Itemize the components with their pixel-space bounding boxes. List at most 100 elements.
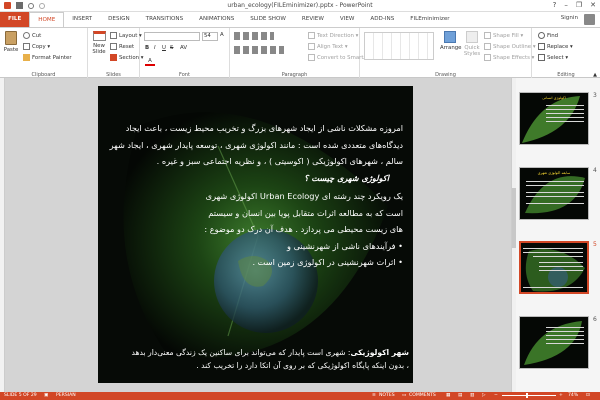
slide-body-text[interactable]: امروزه مشکلات ناشی از ایجاد شهرهای بزرگ … <box>106 120 403 271</box>
help-icon[interactable]: ? <box>553 1 557 9</box>
slide-bullet-item: • اثرات شهرنشینی در اکولوژی زمین است . <box>106 254 403 271</box>
find-button[interactable]: Find <box>538 32 558 39</box>
zoom-in-icon[interactable]: + <box>559 393 563 398</box>
quick-styles-button[interactable]: Quick Styles <box>462 31 482 57</box>
new-slide-icon <box>92 31 106 41</box>
char-spacing-button[interactable]: AV <box>180 45 187 51</box>
reading-view-icon[interactable]: ▥ <box>470 393 474 398</box>
copy-icon <box>23 43 30 50</box>
thumbnail-text-line <box>546 327 584 329</box>
current-slide[interactable]: امروزه مشکلات ناشی از ایجاد شهرهای بزرگ … <box>98 86 413 383</box>
bullets-icon[interactable] <box>234 32 274 40</box>
replace-icon <box>538 43 545 50</box>
normal-view-icon[interactable]: ▦ <box>446 393 450 398</box>
thumbnail-text-line <box>526 203 584 205</box>
text-direction-button[interactable]: Text Direction ▾ <box>308 32 358 39</box>
slide-counter[interactable]: SLIDE 5 OF 29 <box>4 393 37 398</box>
tab-transitions[interactable]: TRANSITIONS <box>138 12 192 27</box>
new-slide-button[interactable]: New Slide <box>90 31 108 55</box>
shape-fill-button[interactable]: Shape Fill ▾ <box>484 32 523 39</box>
thumbnail-title: اکولوژی انسانی <box>542 96 566 100</box>
user-avatar[interactable] <box>584 14 595 25</box>
tab-review[interactable]: REVIEW <box>294 12 332 27</box>
thumbnail-number: 6 <box>593 316 597 323</box>
thumbnail-text-line <box>533 256 583 258</box>
zoom-slider-thumb[interactable] <box>526 393 528 398</box>
slide-line: های زیست محیطی می پردازد . هدف آن درک دو… <box>204 224 403 234</box>
tab-add-ins[interactable]: ADD-INS <box>362 12 402 27</box>
text-direction-icon <box>308 32 315 39</box>
paste-button[interactable]: Paste <box>3 31 19 53</box>
slide-line: یک رویکرد چند رشته ای Urban Ecology اکول… <box>205 191 403 201</box>
spellcheck-icon[interactable]: ▣ <box>44 393 48 398</box>
quick-styles-icon <box>466 31 478 43</box>
notes-button[interactable]: NOTES <box>379 393 395 398</box>
thumbnail-text-line <box>546 121 584 123</box>
slide-sorter-icon[interactable]: ▤ <box>458 393 462 398</box>
language-indicator[interactable]: PERSIAN <box>56 393 76 398</box>
zoom-slider[interactable] <box>502 395 556 396</box>
leaf-thumbnail-image <box>520 168 588 219</box>
shape-effects-label: Shape Effects <box>493 55 530 61</box>
group-editing: Find Replace ▾ Select ▾ Editing ▲ <box>532 28 600 79</box>
shapes-gallery[interactable] <box>364 32 434 60</box>
tab-view[interactable]: VIEW <box>332 12 363 27</box>
zoom-out-icon[interactable]: − <box>494 393 498 398</box>
bold-button[interactable]: B <box>145 45 149 51</box>
tab-home[interactable]: HOME <box>29 12 65 27</box>
slide-thumbnail[interactable]: سابقه اکولوژی شهری <box>519 167 589 220</box>
comments-button[interactable]: COMMENTS <box>409 393 436 398</box>
underline-button[interactable]: U <box>162 45 166 51</box>
minimize-icon[interactable]: – <box>564 1 568 9</box>
font-size-combo[interactable]: 54 <box>202 32 218 41</box>
thumbnail-text-line <box>546 343 584 345</box>
italic-button[interactable]: I <box>154 45 156 51</box>
window-title: urban_ecology(FILEminimizer).pptx - Powe… <box>227 2 373 9</box>
slide-thumbnail[interactable] <box>519 316 589 369</box>
select-button[interactable]: Select ▾ <box>538 54 568 61</box>
cut-button[interactable]: Cut <box>23 32 41 39</box>
fill-bucket-icon <box>484 32 491 39</box>
tab-file[interactable]: FILE <box>0 12 30 27</box>
tab-animations[interactable]: ANIMATIONS <box>191 12 242 27</box>
user-name[interactable]: Signin <box>561 15 578 21</box>
thumbnail-text-line <box>526 181 584 183</box>
font-color-icon[interactable]: A <box>145 58 155 66</box>
tab-slide-show[interactable]: SLIDE SHOW <box>242 12 294 27</box>
group-drawing: Arrange Quick Styles Shape Fill ▾ Shape … <box>360 28 536 79</box>
shape-outline-button[interactable]: Shape Outline ▾ <box>484 43 536 50</box>
tab-fileminimizer[interactable]: FILEminimizer <box>402 12 457 27</box>
bullet-text: اثرات شهرنشینی در اکولوژی زمین است . <box>252 257 396 267</box>
font-name-combo[interactable] <box>144 32 200 41</box>
reset-button[interactable]: Reset <box>110 43 134 50</box>
slide-thumbnail-selected[interactable] <box>519 241 589 294</box>
tab-insert[interactable]: INSERT <box>64 12 100 27</box>
fit-slide-icon[interactable]: ⊡ <box>586 393 590 398</box>
align-text-button[interactable]: Align Text ▾ <box>308 43 348 50</box>
cursor-icon <box>538 54 545 61</box>
quick-styles-label: Quick Styles <box>463 45 481 57</box>
thumbnail-title: سابقه اکولوژی شهری <box>537 171 571 175</box>
slide-footer-text[interactable]: شهر اکولوژیکی: شهری است پایدار که می‌توا… <box>102 346 409 372</box>
align-icons[interactable] <box>234 46 284 54</box>
restore-icon[interactable]: ❐ <box>576 1 582 9</box>
arrange-button[interactable]: Arrange <box>440 31 461 51</box>
shape-effects-button[interactable]: Shape Effects ▾ <box>484 54 534 61</box>
slideshow-icon[interactable]: ▷ <box>482 393 486 398</box>
layout-button[interactable]: Layout ▾ <box>110 32 142 39</box>
tab-design[interactable]: DESIGN <box>100 12 138 27</box>
replace-button[interactable]: Replace ▾ <box>538 43 573 50</box>
close-icon[interactable]: ✕ <box>590 1 596 9</box>
format-painter-button[interactable]: Format Painter <box>23 54 72 61</box>
group-clipboard: Paste Cut Copy ▾ Format Painter Clipboar… <box>0 28 88 79</box>
zoom-level[interactable]: 74% <box>568 393 578 398</box>
footer-definition: : شهری است پایدار که می‌تواند برای ساکنی… <box>131 348 351 357</box>
section-label: Section <box>119 55 140 61</box>
section-button[interactable]: Section ▾ <box>110 54 143 61</box>
grow-font-icon[interactable]: A <box>220 32 224 38</box>
thumbnail-text-line <box>523 248 583 250</box>
strikethrough-button[interactable]: S <box>170 45 173 51</box>
slide-footer-line: شهر اکولوژیکی: شهری است پایدار که می‌توا… <box>102 346 409 359</box>
slide-thumbnail[interactable]: اکولوژی انسانی <box>519 92 589 145</box>
copy-button[interactable]: Copy ▾ <box>23 43 50 50</box>
